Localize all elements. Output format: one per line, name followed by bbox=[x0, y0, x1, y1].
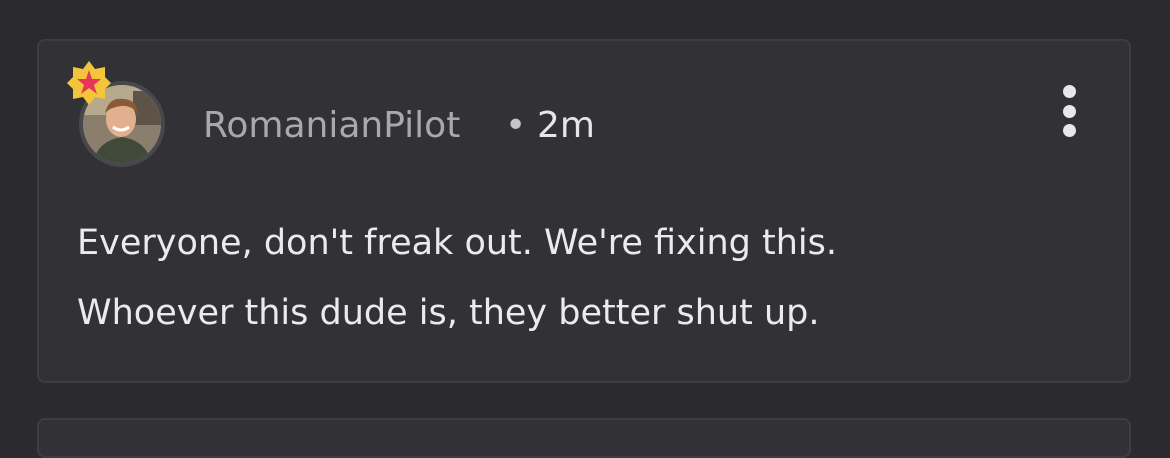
comment-text-line: Everyone, don't freak out. We're fixing … bbox=[77, 223, 838, 263]
next-comment-card bbox=[37, 418, 1131, 458]
star-badge-icon bbox=[67, 61, 111, 105]
meta-separator: • bbox=[505, 105, 527, 146]
avatar-container[interactable] bbox=[67, 61, 165, 167]
more-vertical-icon bbox=[1062, 104, 1076, 118]
more-vertical-icon bbox=[1062, 124, 1076, 137]
comment-text-line: Whoever this dude is, they better shut u… bbox=[77, 293, 820, 333]
comment-card: RomanianPilot • 2m Everyone, don't freak… bbox=[37, 39, 1131, 383]
more-vertical-icon bbox=[1062, 85, 1076, 98]
username-link[interactable]: RomanianPilot bbox=[203, 105, 460, 147]
timestamp: 2m bbox=[537, 105, 595, 146]
more-options-button[interactable] bbox=[1057, 85, 1081, 137]
